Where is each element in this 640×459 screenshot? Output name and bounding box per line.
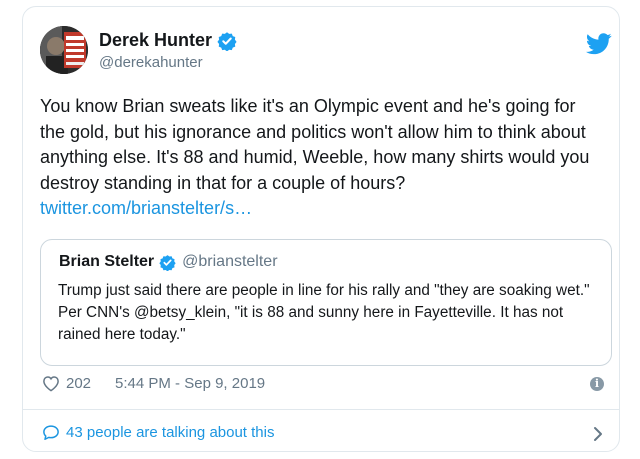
quoted-tweet[interactable]: Brian Stelter @brianstelter Trump just s…	[40, 239, 612, 366]
divider	[22, 409, 620, 410]
verified-badge-icon	[159, 254, 176, 271]
tweet-text: You know Brian sweats like it's an Olymp…	[40, 94, 600, 222]
info-icon[interactable]: i	[590, 377, 604, 391]
author-handle[interactable]: @derekahunter	[99, 54, 203, 71]
timestamp[interactable]: 5:44 PM - Sep 9, 2019	[115, 375, 265, 392]
avatar[interactable]	[40, 26, 88, 74]
quoted-author-name: Brian Stelter	[59, 253, 155, 270]
quoted-author-handle: @brianstelter	[182, 253, 278, 270]
tweet-link[interactable]: twitter.com/brianstelter/s…	[40, 196, 600, 222]
heart-icon[interactable]	[42, 375, 60, 392]
twitter-bird-icon[interactable]	[586, 33, 612, 55]
like-count[interactable]: 202	[66, 375, 91, 392]
author-row[interactable]: Derek Hunter	[99, 30, 237, 51]
conversation-link[interactable]: 43 people are talking about this	[42, 424, 274, 441]
verified-badge-icon	[217, 31, 237, 51]
tweet-body: You know Brian sweats like it's an Olymp…	[40, 96, 590, 193]
author-name[interactable]: Derek Hunter	[99, 30, 212, 51]
speech-bubble-icon	[43, 425, 59, 440]
quoted-author-row: Brian Stelter @brianstelter	[59, 253, 278, 271]
chevron-right-icon[interactable]	[593, 426, 603, 442]
quoted-text: Trump just said there are people in line…	[58, 282, 590, 343]
conversation-count[interactable]: 43 people are talking about this	[66, 424, 274, 441]
avatar-image	[40, 26, 88, 74]
tweet-meta: 202 5:44 PM - Sep 9, 2019	[42, 375, 265, 392]
